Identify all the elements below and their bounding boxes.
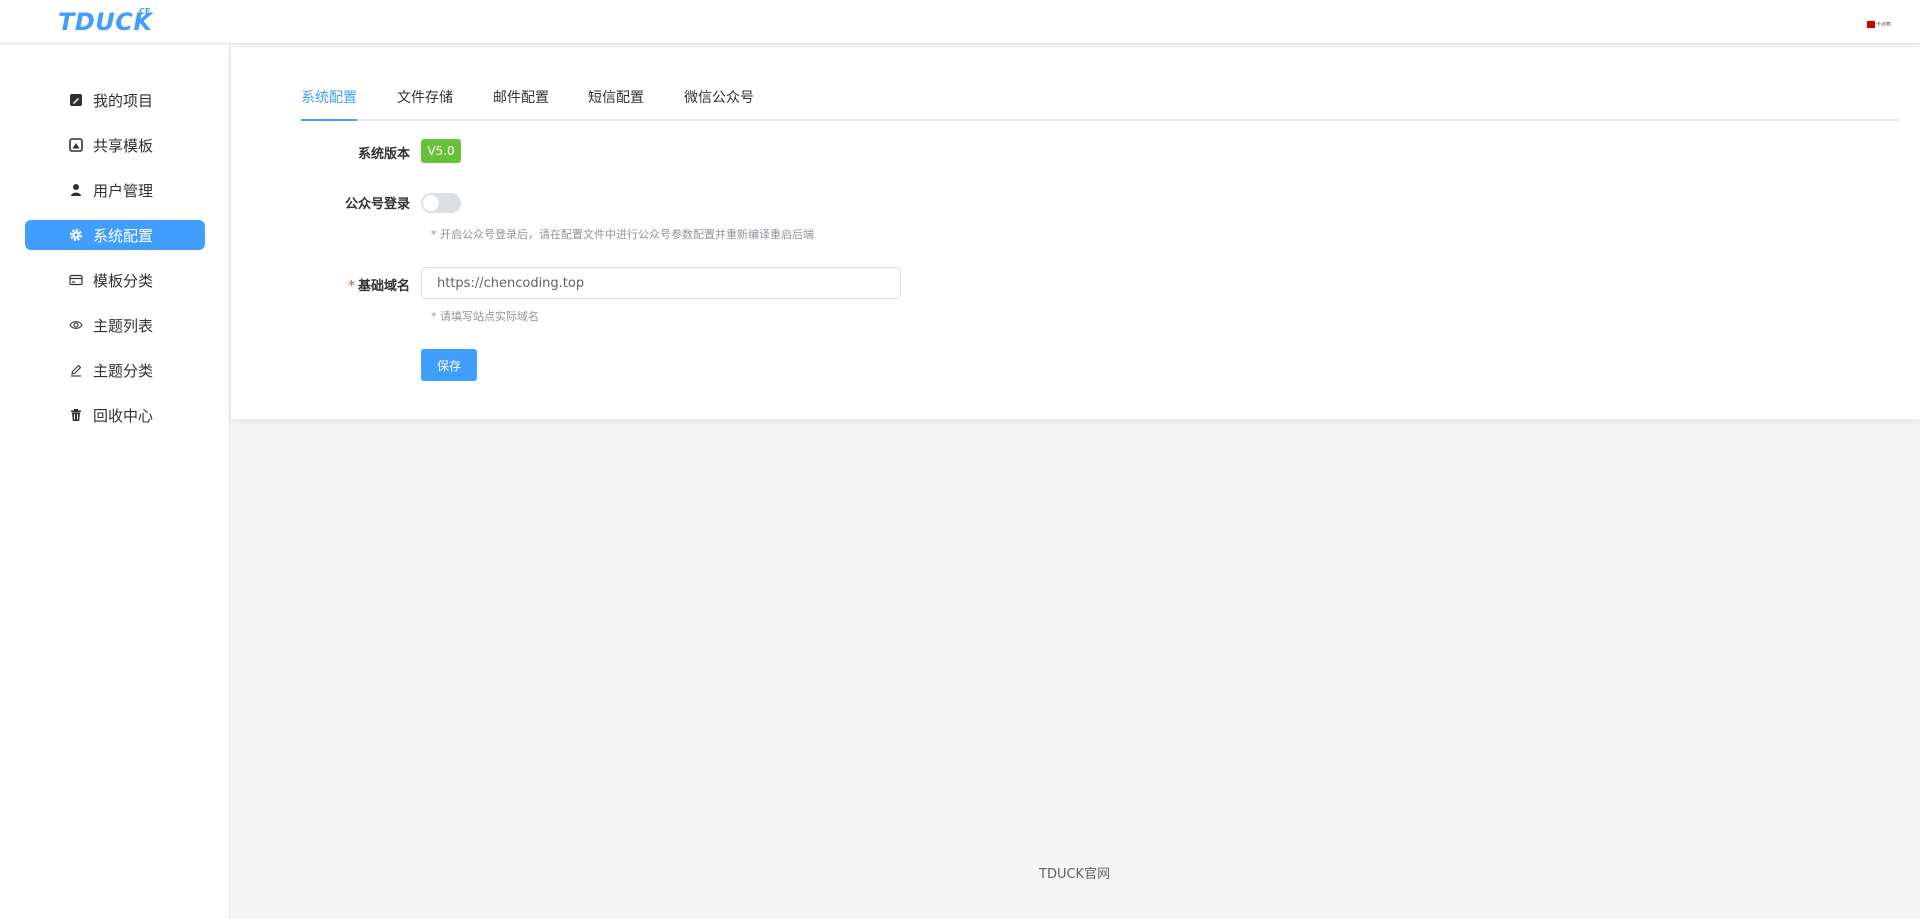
sidebar-item-theme-list[interactable]: 主题列表 bbox=[25, 310, 205, 340]
save-button[interactable]: 保存 bbox=[421, 349, 477, 381]
tab-email-config[interactable]: 邮件配置 bbox=[493, 85, 549, 121]
tab-wechat-official[interactable]: 微信公众号 bbox=[684, 85, 754, 121]
wx-login-label: 公众号登录 bbox=[344, 197, 410, 212]
sidebar-item-template-category[interactable]: 模板分类 bbox=[25, 265, 205, 295]
pen-icon bbox=[69, 363, 83, 377]
sidebar-item-label: 主题列表 bbox=[93, 316, 154, 335]
user-avatar[interactable]: 卡点鸭 bbox=[1867, 20, 1893, 29]
wx-login-hint: * 开启公众号登录后，请在配置文件中进行公众号参数配置并重新编译重启后端 bbox=[431, 228, 814, 241]
wx-login-toggle[interactable] bbox=[421, 193, 461, 213]
tab-file-storage[interactable]: 文件存储 bbox=[397, 85, 453, 121]
sidebar-item-label: 我的项目 bbox=[93, 91, 154, 110]
version-label: 系统版本 bbox=[357, 147, 410, 162]
card-icon bbox=[69, 273, 83, 287]
sidebar-item-label: 用户管理 bbox=[93, 181, 154, 200]
avatar-text: 卡点鸭 bbox=[1876, 22, 1892, 28]
sidebar-item-my-projects[interactable]: 我的项目 bbox=[25, 85, 205, 115]
version-badge: V5.0 bbox=[421, 139, 461, 163]
sidebar-item-system-config[interactable]: 系统配置 bbox=[25, 220, 205, 250]
tab-sms-config[interactable]: 短信配置 bbox=[588, 85, 644, 121]
footer-official-site-link[interactable]: TDUCK官网 bbox=[1039, 863, 1110, 882]
user-icon bbox=[69, 183, 83, 197]
sidebar-item-label: 回收中心 bbox=[93, 406, 154, 425]
top-header: TDUCK CE 卡点鸭 bbox=[0, 0, 1920, 44]
sidebar-item-label: 主题分类 bbox=[93, 361, 154, 380]
toggle-knob bbox=[423, 195, 439, 211]
eye-icon bbox=[69, 318, 83, 332]
settings-tabs: 系统配置 文件存储 邮件配置 短信配置 微信公众号 bbox=[301, 85, 1899, 121]
sidebar-item-label: 模板分类 bbox=[93, 271, 154, 290]
active-tab-indicator bbox=[301, 119, 357, 121]
trash-icon bbox=[69, 408, 83, 422]
domain-label-text: 基础域名 bbox=[357, 279, 410, 294]
sidebar-item-user-management[interactable]: 用户管理 bbox=[25, 175, 205, 205]
picture-icon bbox=[69, 138, 83, 152]
sidebar-item-theme-category[interactable]: 主题分类 bbox=[25, 355, 205, 385]
brand-logo-edition: CE bbox=[139, 7, 151, 16]
sidebar-item-label: 系统配置 bbox=[93, 226, 154, 245]
avatar-badge-icon bbox=[1867, 21, 1875, 28]
sidebar-item-label: 共享模板 bbox=[93, 136, 154, 155]
tab-system-config[interactable]: 系统配置 bbox=[301, 85, 357, 121]
domain-label: * 基础域名 bbox=[210, 275, 410, 294]
edit-square-icon bbox=[69, 93, 83, 107]
sidebar-item-recycle-center[interactable]: 回收中心 bbox=[25, 400, 205, 430]
gear-icon bbox=[69, 228, 83, 242]
domain-input[interactable] bbox=[421, 267, 901, 299]
required-mark: * bbox=[348, 279, 355, 294]
sidebar: 我的项目 共享模板 用户管理 系统配置 模板分类 主题列表 主题分类 回收中心 bbox=[0, 45, 230, 919]
sidebar-item-shared-templates[interactable]: 共享模板 bbox=[25, 130, 205, 160]
domain-hint: * 请填写站点实际域名 bbox=[431, 310, 539, 323]
